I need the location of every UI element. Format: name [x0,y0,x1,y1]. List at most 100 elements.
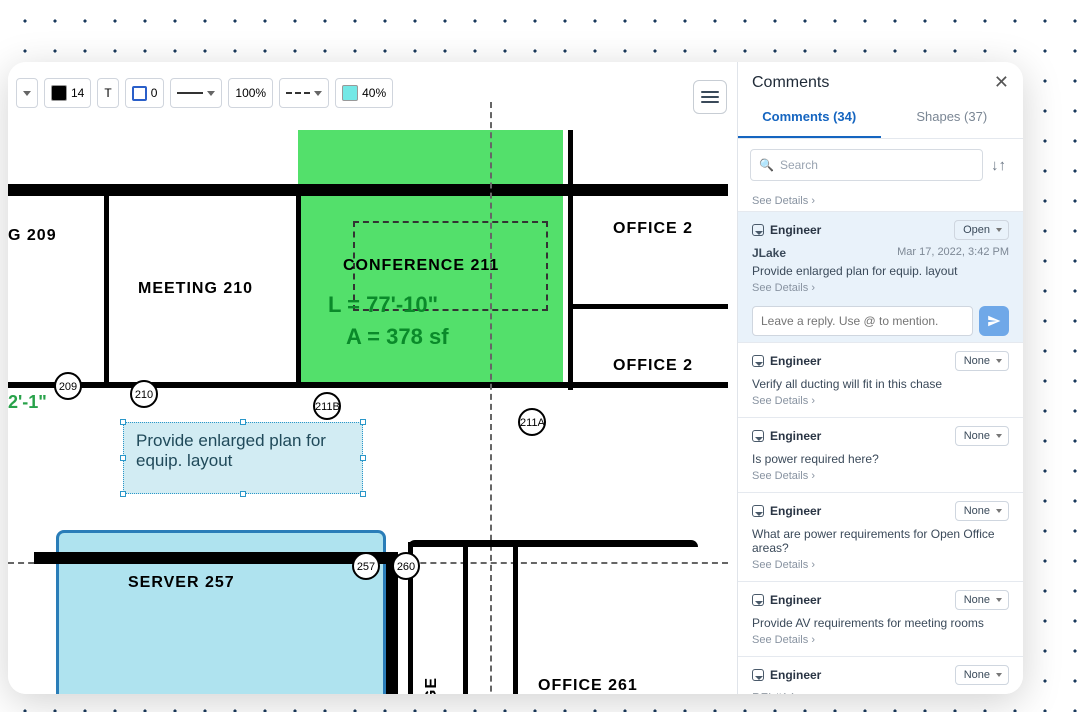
tab-shapes[interactable]: Shapes (37) [881,99,1024,138]
wall [104,184,109,384]
room-label-office-top: OFFICE 2 [613,220,693,238]
room-label-server257: SERVER 257 [128,574,235,592]
comment-icon [752,669,764,681]
line-dash-picker[interactable] [279,78,329,108]
comment-timestamp: Mar 17, 2022, 3:42 PM [897,246,1009,258]
comment-author: JLake [752,246,786,260]
highlight-picker[interactable]: 40% [335,78,393,108]
search-placeholder: Search [780,158,818,172]
comment-item[interactable]: Engineer None Is power required here? Se… [738,417,1023,492]
panel-tabs: Comments (34) Shapes (37) [738,99,1023,139]
panel-header: Comments ✕ [738,62,1023,99]
room-label-209: G 209 [8,227,57,245]
close-icon[interactable]: ✕ [994,72,1009,93]
room-label-office261: OFFICE 261 [538,677,638,694]
app-window: 14 T 0 100% 40% [8,62,1023,694]
role-label: Engineer [770,429,821,443]
role-label: Engineer [770,223,821,237]
see-details-link[interactable]: See Details [752,391,1009,411]
floorplan[interactable]: CONFERENCE 211 L = 77'-10" A = 378 sf G … [8,102,737,694]
comment-item[interactable]: Engineer None Provide AV requirements fo… [738,581,1023,656]
door-tag-211A[interactable]: 211A [518,408,546,436]
send-button[interactable] [979,306,1009,336]
search-icon: 🔍 [759,158,774,172]
see-details-link[interactable]: See Details [752,278,1009,298]
status-select[interactable]: None [955,590,1009,610]
wall [8,184,728,196]
role-label: Engineer [770,354,821,368]
status-select[interactable]: None [955,665,1009,685]
fill-swatch [51,85,67,101]
comment-item[interactable]: Engineer None RFI #14 See Details [738,656,1023,694]
comment-text: Provide enlarged plan for equip. layout [752,260,1009,278]
door-tag-210[interactable]: 210 [130,380,158,408]
comment-text: What are power requirements for Open Off… [752,521,1009,555]
line-solid-icon [177,92,203,94]
wall [568,130,573,390]
see-details-link[interactable]: See Details [752,555,1009,575]
door-tag-257[interactable]: 257 [352,552,380,580]
comment-icon [752,505,764,517]
wall [296,184,301,384]
role-label: Engineer [770,593,821,607]
stroke-width-value: 0 [151,86,158,100]
comment-item[interactable]: Engineer None What are power requirement… [738,492,1023,581]
wall [463,542,468,694]
stroke-picker[interactable]: 0 [125,78,165,108]
opacity-value: 40% [362,86,386,100]
room-label-storage260: STORAGE 260 [423,677,459,694]
search-row: 🔍 Search ↓↑ [738,139,1023,191]
stroke-swatch [132,86,147,101]
role-label: Engineer [770,668,821,682]
conference-length: L = 77'-10" [328,292,438,318]
annotation-callout[interactable]: Provide enlarged plan for equip. layout [123,422,363,494]
line-style-picker[interactable] [170,78,222,108]
send-icon [987,314,1001,328]
comment-text: Verify all ducting will fit in this chas… [752,371,1009,391]
see-details-link[interactable]: See Details [752,630,1009,650]
comment-text: RFI #14 [752,685,1009,694]
room-label-conference: CONFERENCE 211 [343,257,499,275]
conference-area: A = 378 sf [346,324,449,350]
status-select[interactable]: Open [954,220,1009,240]
wall [34,552,394,564]
wall [513,542,518,694]
annotation-text: Provide enlarged plan for equip. layout [136,431,326,470]
comment-item[interactable]: Engineer None Verify all ducting will fi… [738,342,1023,417]
wall [408,540,698,547]
comment-icon [752,355,764,367]
comment-icon [752,224,764,236]
text-tool[interactable]: T [97,78,118,108]
line-dash-icon [286,92,310,94]
comment-item[interactable]: Engineer Open JLake Mar 17, 2022, 3:42 P… [738,211,1023,342]
room-label-meeting210: MEETING 210 [138,280,253,298]
see-details-link[interactable]: See Details [738,191,1023,211]
comment-text: Provide AV requirements for meeting room… [752,610,1009,630]
role-label: Engineer [770,504,821,518]
reply-input[interactable] [752,306,973,336]
sort-icon[interactable]: ↓↑ [991,157,1011,174]
gridline-v [490,102,492,694]
comment-icon [752,430,764,442]
door-tag-260[interactable]: 260 [392,552,420,580]
comment-icon [752,594,764,606]
fill-color-picker[interactable]: 14 [44,78,91,108]
door-tag-209[interactable]: 209 [54,372,82,400]
highlight-swatch [342,85,358,101]
comments-panel: Comments ✕ Comments (34) Shapes (37) 🔍 S… [737,62,1023,694]
door-tag-211B[interactable]: 211B [313,392,341,420]
toolbar: 14 T 0 100% 40% [8,74,401,112]
see-details-link[interactable]: See Details [752,466,1009,486]
search-input[interactable]: 🔍 Search [750,149,983,181]
drawing-canvas[interactable]: 14 T 0 100% 40% [8,62,737,694]
dropdown-generic[interactable] [16,78,38,108]
status-select[interactable]: None [955,351,1009,371]
tab-comments[interactable]: Comments (34) [738,99,881,138]
wall [568,304,728,309]
wall [8,382,728,388]
status-select[interactable]: None [955,501,1009,521]
font-size-value: 14 [71,86,84,100]
comment-text: Is power required here? [752,446,1009,466]
status-select[interactable]: None [955,426,1009,446]
zoom-level[interactable]: 100% [228,78,273,108]
